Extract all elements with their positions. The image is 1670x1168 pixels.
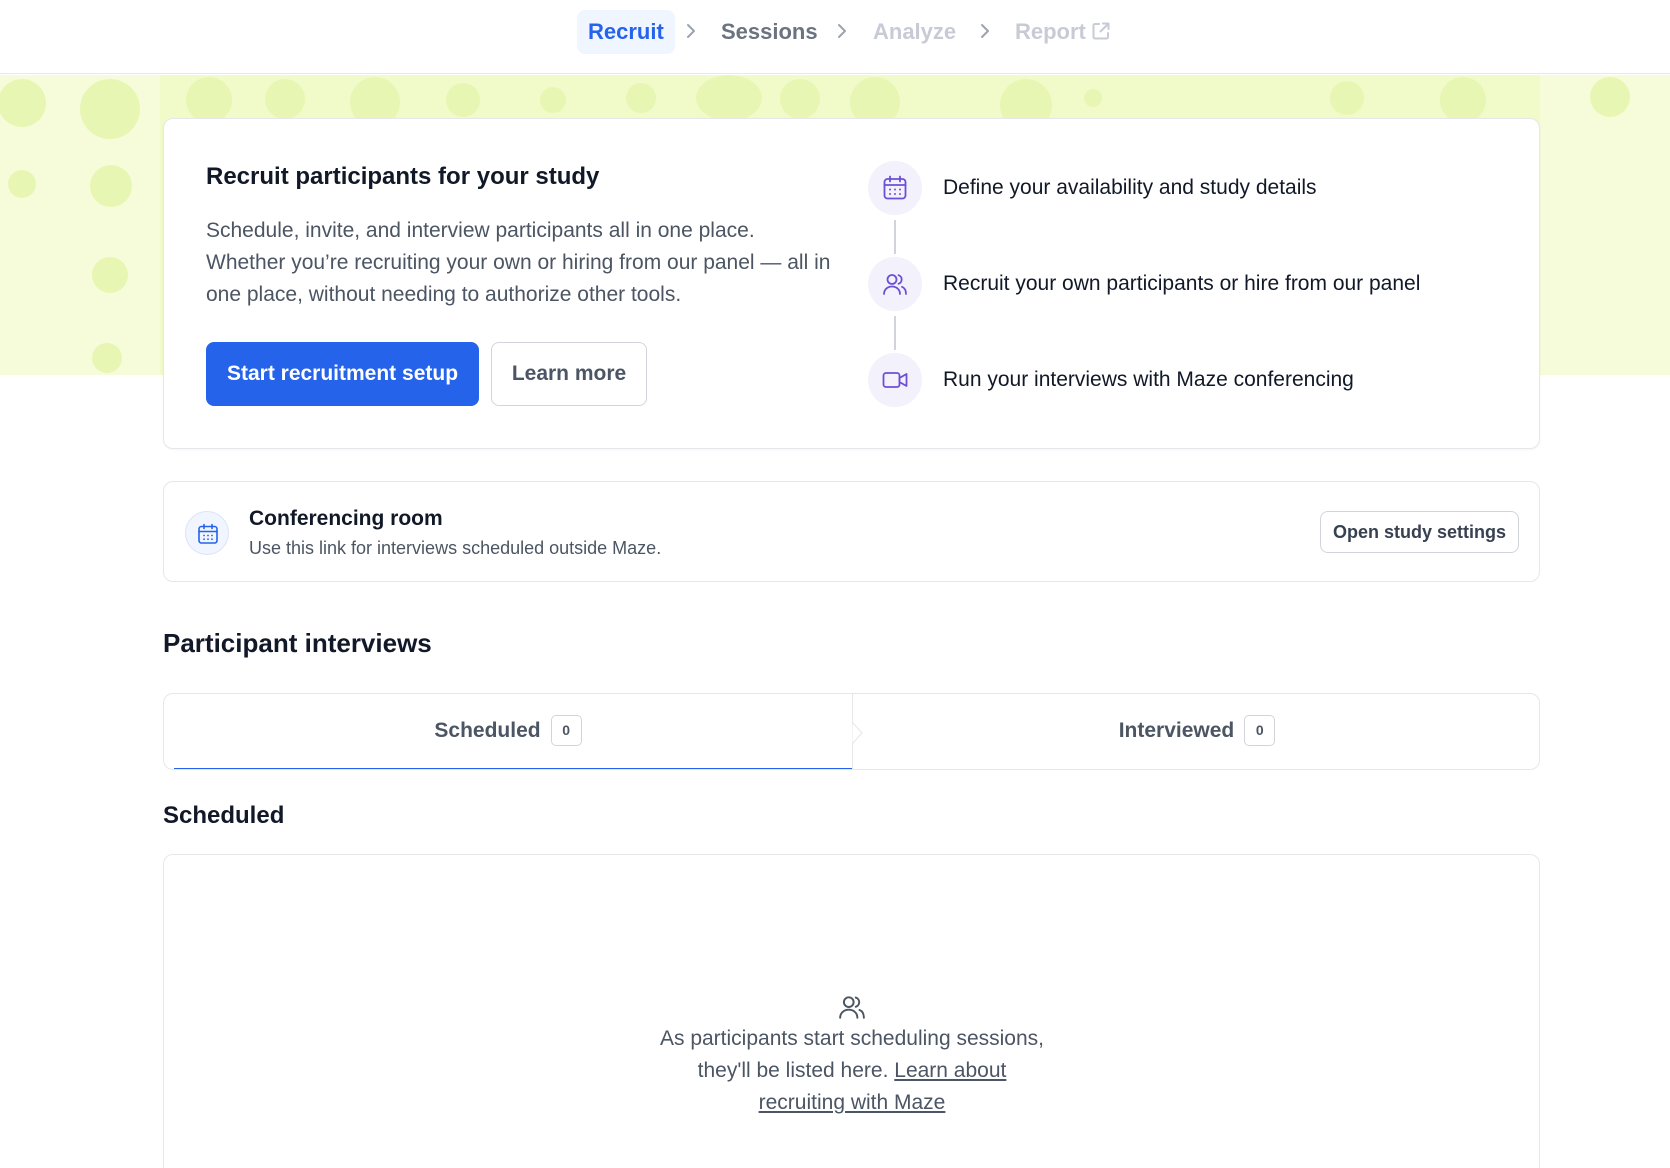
- recruit-hero-card: Recruit participants for your study Sche…: [163, 118, 1540, 449]
- chevron-right-icon: [687, 24, 695, 38]
- top-navigation: Recruit Sessions Analyze Report: [0, 0, 1670, 74]
- conferencing-subtitle: Use this link for interviews scheduled o…: [249, 538, 662, 558]
- nav-step-report[interactable]: Report: [1004, 10, 1123, 54]
- conferencing-icon-wrapper: [185, 511, 229, 555]
- tab-interviewed-label: Interviewed: [1118, 719, 1235, 742]
- learn-more-button[interactable]: Learn more: [491, 342, 647, 406]
- step-icon-wrapper: [868, 257, 922, 311]
- nav-step-analyze[interactable]: Analyze: [862, 10, 967, 54]
- tab-interviewed-count: 0: [1244, 715, 1276, 746]
- open-study-settings-button[interactable]: Open study settings: [1320, 511, 1519, 553]
- start-recruitment-setup-button[interactable]: Start recruitment setup: [206, 342, 479, 406]
- step-connector: [894, 220, 896, 254]
- chevron-right-icon: [981, 24, 989, 38]
- empty-state-message: As participants start scheduling session…: [652, 1023, 1052, 1119]
- calendar-icon: [198, 523, 218, 544]
- step-label: Run your interviews with Maze conferenci…: [943, 368, 1354, 391]
- tab-scheduled-label: Scheduled: [434, 719, 541, 742]
- tab-scheduled-count: 0: [550, 715, 582, 746]
- step-connector: [894, 316, 896, 350]
- participant-interviews-title: Participant interviews: [163, 628, 432, 658]
- chevron-right-icon: [838, 24, 846, 38]
- step-label: Define your availability and study detai…: [943, 176, 1317, 199]
- interview-tabs: Scheduled 0 Interviewed 0: [163, 693, 1540, 770]
- calendar-icon: [883, 175, 907, 200]
- tab-scheduled[interactable]: Scheduled 0: [164, 694, 852, 769]
- nav-step-recruit[interactable]: Recruit: [577, 10, 675, 54]
- video-icon: [882, 372, 908, 388]
- step-icon-wrapper: [868, 161, 922, 215]
- users-icon: [839, 996, 865, 1019]
- scheduled-list-title: Scheduled: [163, 802, 285, 829]
- scheduled-empty-state: As participants start scheduling session…: [163, 854, 1540, 1168]
- conferencing-room-card: Conferencing room Use this link for inte…: [163, 481, 1540, 582]
- conferencing-title: Conferencing room: [249, 507, 443, 530]
- users-icon: [883, 274, 907, 295]
- nav-step-report-label: Report: [1015, 19, 1086, 44]
- active-tab-indicator: [174, 768, 852, 769]
- hero-description: Schedule, invite, and interview particip…: [206, 219, 831, 306]
- nav-step-sessions[interactable]: Sessions: [710, 10, 829, 54]
- step-label: Recruit your own participants or hire fr…: [943, 272, 1421, 295]
- step-icon-wrapper: [868, 353, 922, 407]
- tab-interviewed[interactable]: Interviewed 0: [853, 694, 1539, 769]
- external-link-icon: [1092, 22, 1110, 40]
- hero-title: Recruit participants for your study: [206, 163, 600, 190]
